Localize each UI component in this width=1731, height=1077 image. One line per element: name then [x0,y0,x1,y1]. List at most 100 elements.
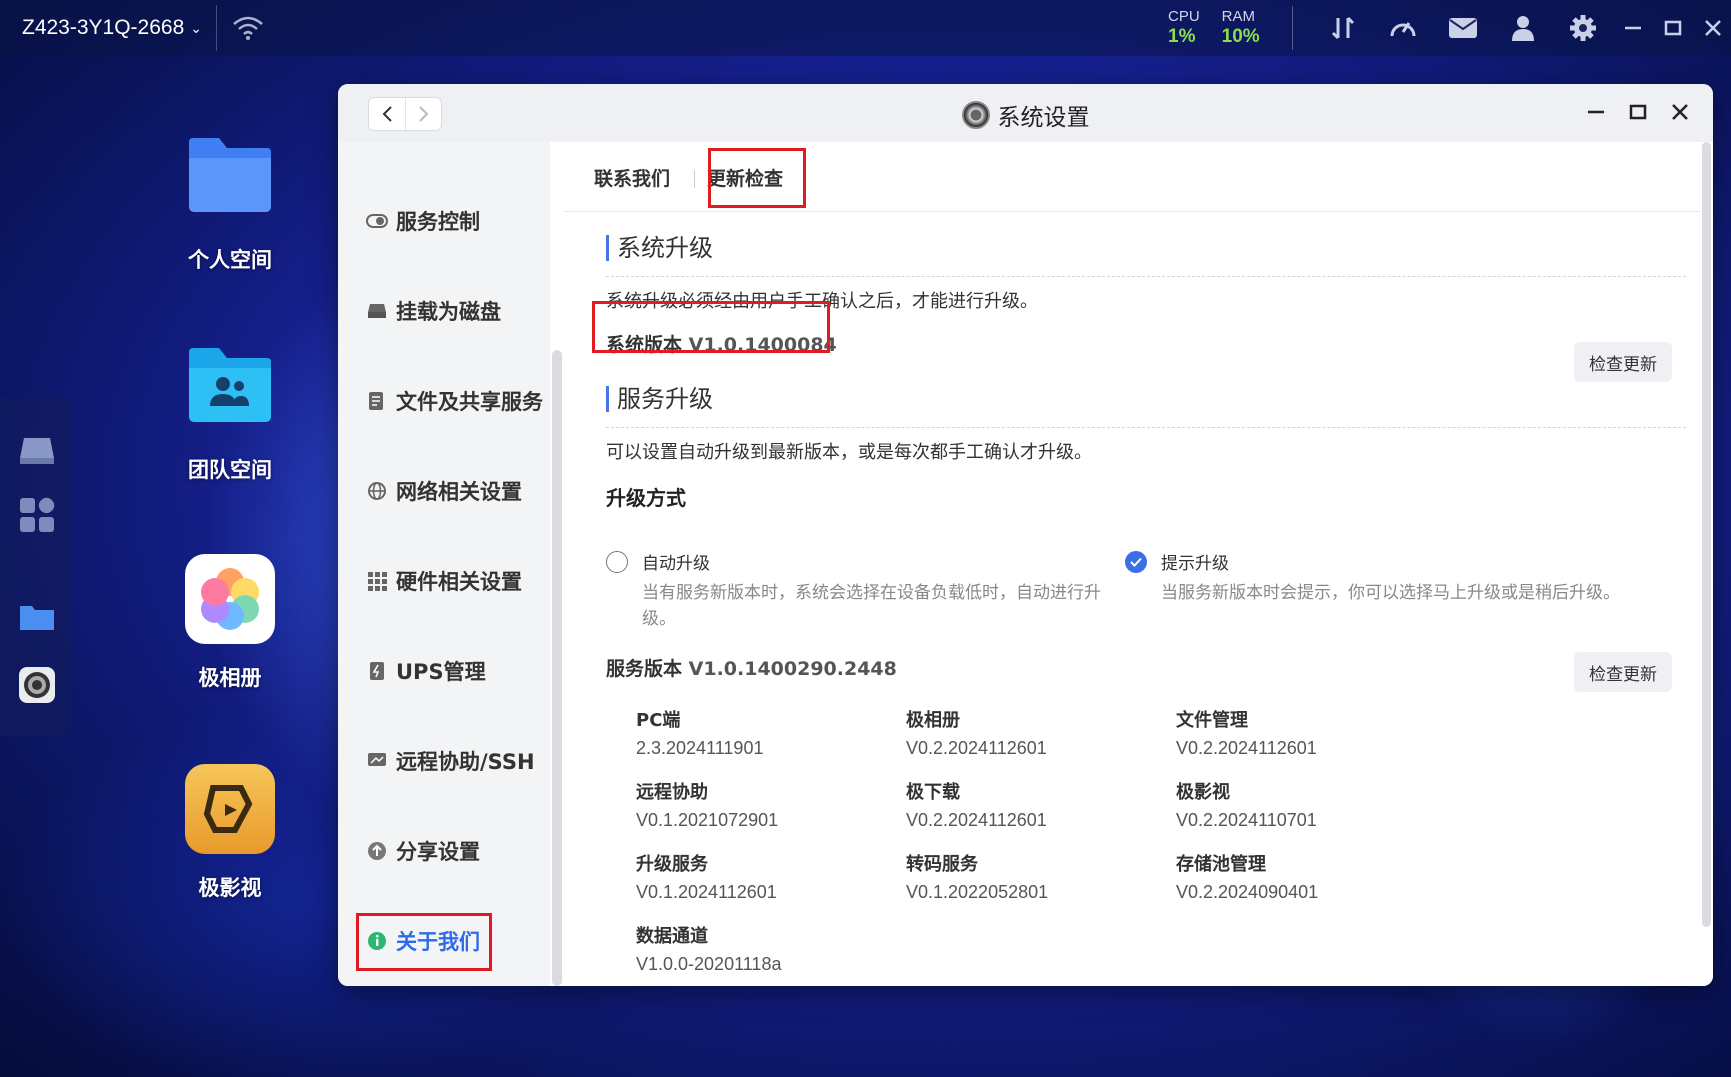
ram-stat: RAM 10% [1222,8,1260,48]
sidebar-item-network[interactable]: 网络相关设置 [366,476,522,506]
check-system-update-button[interactable]: 检查更新 [1574,342,1672,382]
scrollbar-thumb[interactable] [1702,142,1711,927]
grid-icon [366,570,388,592]
drive-icon[interactable] [18,430,56,468]
service-name: 升级服务 [636,854,708,875]
minimize-icon[interactable] [1613,0,1653,56]
checkmark-icon[interactable] [1125,551,1147,573]
main-content: 联系我们 更新检查 系统升级 系统升级必须经由用户手工确认之后，才能进行升级。 … [564,142,1700,986]
service-upgrade-desc: 可以设置自动升级到最新版本，或是每次都手工确认才升级。 [606,442,1092,463]
sidebar-item-label: UPS管理 [396,660,486,684]
video-icon [185,764,275,854]
service-item: 极相册 V0.2.2024112601 [906,706,1047,759]
window-close-button[interactable] [1667,98,1693,126]
gear-icon[interactable] [1553,0,1613,56]
main-scrollbar[interactable] [1700,142,1713,986]
service-name: PC端 [636,710,681,731]
user-icon[interactable] [1493,0,1553,56]
apps-grid-icon[interactable] [18,496,56,534]
service-name: 极影视 [1176,782,1230,803]
service-version: V0.2.2024112601 [1176,738,1317,758]
service-version: V0.2.2024112601 [906,810,1047,830]
sidebar-item-file-share[interactable]: 文件及共享服务 [366,386,543,416]
maximize-icon[interactable] [1653,0,1693,56]
service-item: 存储池管理 V0.2.2024090401 [1176,850,1318,903]
sidebar-item-label: 网络相关设置 [396,480,522,504]
wifi-icon [231,13,265,43]
sidebar-item-label: 远程协助/SSH [396,750,535,774]
section-title-system-upgrade: 系统升级 [606,235,713,261]
sidebar-scrollbar[interactable] [550,142,564,986]
mail-icon[interactable] [1433,0,1493,56]
radio-circle[interactable] [606,551,628,573]
sidebar-item-service-control[interactable]: 服务控制 [366,206,480,236]
sidebar-item-hardware[interactable]: 硬件相关设置 [366,566,522,596]
radio-desc: 当有服务新版本时，系统会选择在设备负载低时，自动进行升级。 [642,583,1101,629]
service-name: 存储池管理 [1176,854,1266,875]
remote-icon [366,750,388,772]
window-maximize-button[interactable] [1625,98,1651,126]
highlight-box [708,148,806,208]
check-service-update-button[interactable]: 检查更新 [1574,652,1672,692]
service-version-row: 服务版本 V1.0.1400290.2448 [606,654,897,681]
radio-auto-upgrade[interactable]: 自动升级 当有服务新版本时，系统会选择在设备负载低时，自动进行升级。 [606,549,1102,632]
service-version: V0.2.2024090401 [1176,882,1319,902]
service-item: 转码服务 V0.1.2022052801 [906,850,1048,903]
sidebar-item-mount-disk[interactable]: 挂载为磁盘 [366,296,501,326]
highlight-box [356,913,492,971]
ram-label: RAM [1221,8,1256,25]
service-name: 转码服务 [906,854,978,875]
tab-contact-us[interactable]: 联系我们 [594,164,670,191]
desktop-icon-label: 极影视 [198,876,262,900]
settings-app-icon[interactable] [18,666,56,704]
speedometer-icon[interactable] [1373,0,1433,56]
service-item: PC端 2.3.2024111901 [636,706,763,759]
disk-icon [366,300,388,322]
desktop-icon-team-space[interactable]: 团队空间 [160,346,300,484]
service-version: V0.2.2024112601 [906,738,1047,758]
side-dock [0,398,72,736]
sidebar-item-share-settings[interactable]: 分享设置 [366,836,480,866]
radio-prompt-upgrade[interactable]: 提示升级 当服务新版本时会提示，你可以选择马上升级或是稍后升级。 [1125,549,1621,606]
service-name: 数据通道 [636,926,708,947]
scrollbar-thumb[interactable] [552,350,562,986]
top-bar: Z423-3Y1Q-2668 ⌄ CPU 1% RAM 10% [0,0,1731,56]
sidebar-item-ups[interactable]: UPS管理 [366,656,486,686]
window-titlebar: 系统设置 [338,84,1713,142]
radio-desc: 当服务新版本时会提示，你可以选择马上升级或是稍后升级。 [1161,583,1620,603]
desktop-icon-video[interactable]: 极影视 [160,764,300,902]
desktop-icon-personal-space[interactable]: 个人空间 [160,136,300,274]
section-divider [606,427,1686,428]
desktop-icon-label: 团队空间 [188,458,272,482]
sidebar-item-label: 服务控制 [396,210,480,234]
file-share-icon [366,390,388,412]
tab-divider [694,170,695,188]
folder-icon[interactable] [18,598,56,636]
resource-stats: CPU 1% RAM 10% [1168,8,1260,48]
ram-value: 10% [1221,26,1260,47]
ups-icon [366,660,388,682]
cpu-value: 1% [1168,26,1196,47]
window-title-text: 系统设置 [997,105,1090,131]
settings-logo-icon [961,101,990,129]
folder-icon [185,136,275,226]
service-version-value: V1.0.1400290.2448 [688,658,897,680]
service-version: V0.1.2021072901 [636,810,779,830]
share-icon [366,840,388,862]
service-version: V0.1.2024112601 [636,882,777,902]
section-divider [606,276,1686,277]
window-minimize-button[interactable] [1583,98,1609,126]
sidebar-item-remote-ssh[interactable]: 远程协助/SSH [366,746,535,776]
sidebar-item-label: 文件及共享服务 [396,390,543,414]
settings-window: 系统设置 服务控制 挂载为磁盘 文件及共享服务 网络相关设置 硬件相关设置 UP… [338,84,1713,986]
transfer-icon[interactable] [1313,0,1373,56]
cpu-stat: CPU 1% [1168,8,1200,48]
window-controls [1583,98,1693,126]
service-name: 极下载 [906,782,960,803]
service-version: V0.1.2022052801 [906,882,1049,902]
desktop-icon-photos[interactable]: 极相册 [160,554,300,692]
close-icon[interactable] [1693,0,1731,56]
service-item: 数据通道 V1.0.0-20201118a [636,922,781,975]
service-name: 文件管理 [1176,710,1248,731]
device-selector[interactable]: Z423-3Y1Q-2668 ⌄ [0,16,202,40]
